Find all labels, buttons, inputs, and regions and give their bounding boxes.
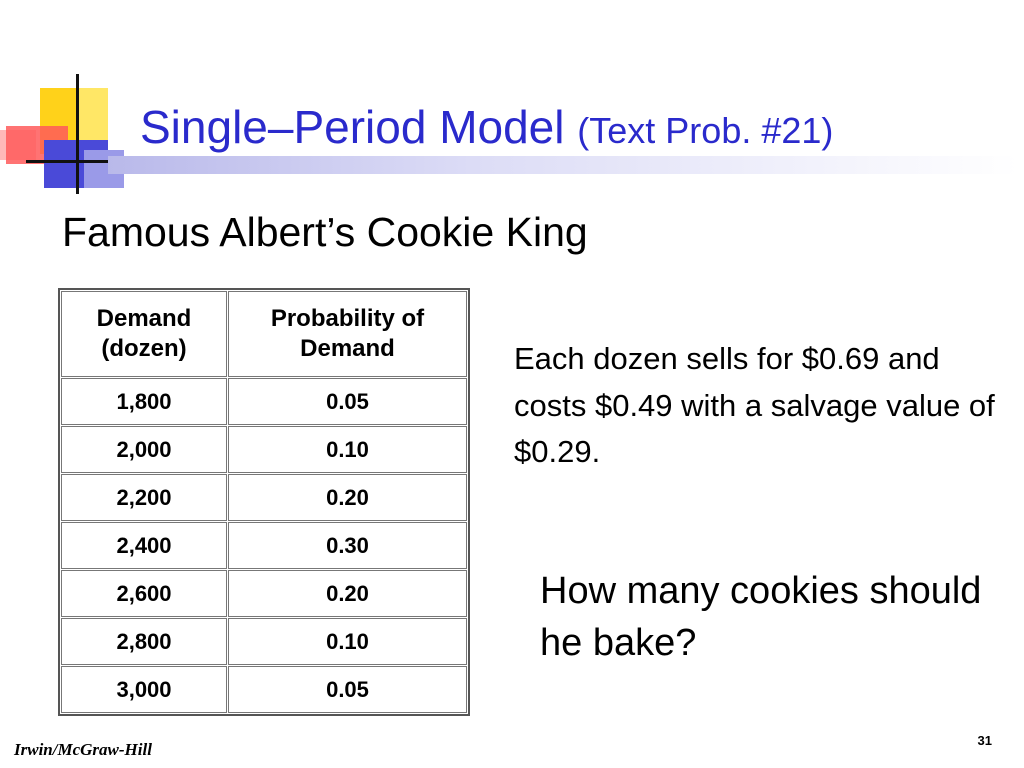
probability-cell: 0.05 (228, 666, 467, 713)
title-underline-bar (108, 156, 1018, 174)
header-demand: Demand (dozen) (61, 291, 227, 377)
probability-cell: 0.10 (228, 426, 467, 473)
table-row: 1,800 0.05 (61, 378, 467, 425)
table-row: 2,000 0.10 (61, 426, 467, 473)
table-row: 2,200 0.20 (61, 474, 467, 521)
page-number: 31 (977, 733, 992, 748)
table-row: 2,400 0.30 (61, 522, 467, 569)
probability-cell: 0.10 (228, 618, 467, 665)
table-row: 2,600 0.20 (61, 570, 467, 617)
demand-cell: 1,800 (61, 378, 227, 425)
probability-cell: 0.05 (228, 378, 467, 425)
table-row: 3,000 0.05 (61, 666, 467, 713)
publisher-footer: Irwin/McGraw-Hill (14, 740, 152, 759)
demand-cell: 2,000 (61, 426, 227, 473)
table-row: 2,800 0.10 (61, 618, 467, 665)
vertical-line (76, 74, 79, 194)
price-info-text: Each dozen sells for $0.69 and costs $0.… (514, 341, 995, 469)
probability-cell: 0.30 (228, 522, 467, 569)
demand-cell: 2,800 (61, 618, 227, 665)
title-suffix: (Text Prob. #21) (577, 110, 834, 151)
slide-title: Single–Period Model (Text Prob. #21) (140, 104, 833, 150)
probability-cell: 0.20 (228, 474, 467, 521)
header-probability: Probability of Demand (228, 291, 467, 377)
demand-cell: 2,600 (61, 570, 227, 617)
probability-cell: 0.20 (228, 570, 467, 617)
demand-cell: 2,200 (61, 474, 227, 521)
title-main: Single–Period Model (140, 101, 565, 153)
question-text: How many cookies should he bake? (540, 570, 982, 664)
demand-probability-table: Demand (dozen) Probability of Demand 1,8… (58, 288, 470, 716)
table-header-row: Demand (dozen) Probability of Demand (61, 291, 467, 377)
demand-cell: 3,000 (61, 666, 227, 713)
slide-subtitle: Famous Albert’s Cookie King (62, 209, 588, 255)
demand-cell: 2,400 (61, 522, 227, 569)
